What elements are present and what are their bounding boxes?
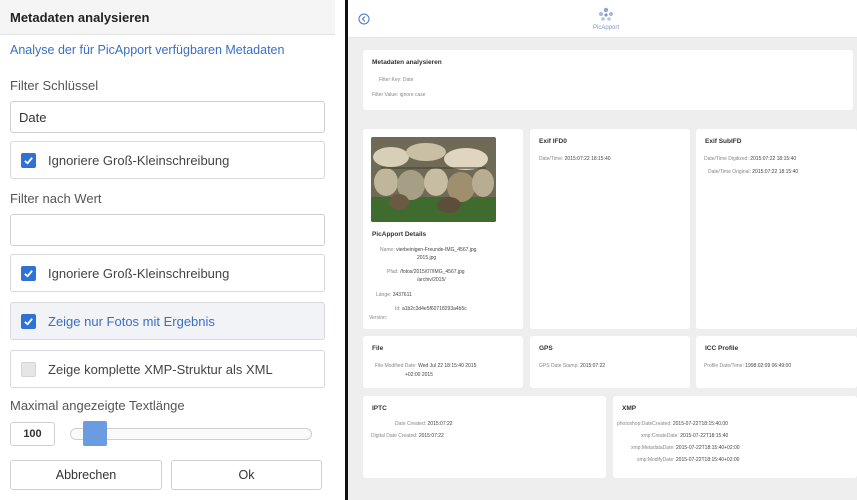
max-text-length-label: Maximal angezeigte Textlänge: [10, 398, 185, 413]
xmp-row: xmp:ModifyDate: 2015-07-22T18:15:40+02:0…: [637, 457, 740, 463]
xmp-row: photoshop:DateCreated: 2015-07-22T18:15:…: [617, 421, 728, 427]
icc-profile-card: ICC Profile Profile Date/Time: 1998:02:0…: [696, 336, 857, 388]
xmp-row: xmp:MetadataDate: 2015-07-22T18:15:40+02…: [631, 445, 740, 451]
only-results-checkbox[interactable]: Zeige nur Fotos mit Ergebnis: [10, 302, 325, 340]
photo-detail-row: Länge: 3437611: [376, 292, 412, 298]
only-results-label: Zeige nur Fotos mit Ergebnis: [48, 313, 215, 329]
metadata-dialog: Metadaten analysieren Analyse der für Pi…: [0, 0, 335, 500]
photo-detail-row: 2015.jpg: [417, 255, 437, 261]
photo-detail-row: Version:: [369, 315, 388, 321]
xmp-card: XMP photoshop:DateCreated: 2015-07-22T18…: [613, 396, 857, 478]
checkbox-checked-icon: [21, 313, 36, 329]
summary-card: Metadaten analysieren Filter Key: Date F…: [363, 50, 853, 110]
app-header: PicApport: [348, 0, 857, 38]
photo-details-title: PicApport Details: [372, 231, 427, 238]
dialog-title: Metadaten analysieren: [10, 9, 150, 25]
exif-ifd0-card: Exif IFD0 Date/Time: 2015:07:22 18:15:40: [530, 129, 690, 329]
exif-ifd0-title: Exif IFD0: [539, 138, 567, 145]
filter-key-ignore-case-checkbox[interactable]: Ignoriere Groß-Kleinschreibung: [10, 141, 325, 179]
exif-subifd-card: Exif SubIFD Date/Time Digitized: 2015:07…: [696, 129, 857, 329]
iptc-row: Date Created: 2015:07:22: [395, 421, 453, 427]
gps-card: GPS GPS Date Stamp: 2015:07:22: [530, 336, 690, 388]
exif-subifd-title: Exif SubIFD: [705, 138, 742, 145]
cancel-button[interactable]: Abbrechen: [10, 460, 162, 490]
checkbox-checked-icon: [21, 152, 36, 168]
app-logo: PicApport: [586, 6, 626, 34]
app-logo-text: PicApport: [592, 25, 619, 31]
full-xmp-checkbox[interactable]: Zeige komplette XMP-Struktur als XML: [10, 350, 325, 388]
checkbox-unchecked-icon: [21, 361, 36, 377]
summary-title: Metadaten analysieren: [372, 59, 442, 66]
xmp-title: XMP: [622, 405, 637, 412]
file-title: File: [372, 345, 384, 352]
photo-detail-row: Name: vierbeinigen-Freunde-IMG_4567.jpg: [380, 247, 477, 253]
gps-row: GPS Date Stamp: 2015:07:22: [539, 363, 606, 369]
filter-value-ignore-case-checkbox[interactable]: Ignoriere Groß-Kleinschreibung: [10, 254, 325, 292]
filter-key-label: Filter Schlüssel: [10, 78, 99, 93]
filter-key-input[interactable]: [10, 101, 325, 133]
exif-subifd-row: Date/Time Original: 2015:07:22 18:15:40: [708, 169, 799, 175]
dialog-header: Metadaten analysieren: [0, 0, 335, 35]
filter-value-input[interactable]: [10, 214, 325, 246]
app-preview: PicApport Metadaten analysieren Filter K…: [348, 0, 857, 500]
back-arrow-icon[interactable]: [358, 13, 370, 25]
summary-line-1: Filter Key: Date: [379, 77, 414, 83]
checkbox-checked-icon: [21, 265, 36, 281]
file-row: File Modified Date: Wed Jul 22 18:15:40 …: [375, 363, 477, 369]
photo-detail-row: Pfad: /fotos/2015/07/IMG_4567.jpg: [387, 269, 465, 275]
exif-ifd0-row: Date/Time: 2015:07:22 18:15:40: [539, 156, 611, 162]
file-row: +02:00 2015: [405, 372, 433, 378]
slider-thumb[interactable]: [83, 421, 108, 446]
max-text-length-value[interactable]: 100: [10, 422, 55, 446]
iptc-card: IPTC Date Created: 2015:07:22 Digital Da…: [363, 396, 606, 478]
exif-subifd-row: Date/Time Digitized: 2015:07:22 18:15:40: [704, 156, 797, 162]
photo-thumbnail[interactable]: [371, 137, 496, 222]
dialog-subtitle: Analyse der für PicApport verfügbaren Me…: [10, 43, 285, 57]
xmp-row: xmp:CreateDate: 2015-07-22T18:15:40: [641, 433, 729, 439]
ok-button[interactable]: Ok: [171, 460, 322, 490]
photo-detail-row: Id: a1b2c3d4e5f60718293a4b5c: [395, 306, 467, 312]
iptc-row: Digital Date Created: 2015:07:22: [371, 433, 444, 439]
filter-value-ignore-case-label: Ignoriere Groß-Kleinschreibung: [48, 265, 230, 281]
summary-line-2: Filter Value: ignore case: [372, 92, 426, 98]
filter-value-label: Filter nach Wert: [10, 191, 102, 206]
photo-detail-row: /archiv/2015/: [417, 277, 446, 283]
icc-profile-title: ICC Profile: [705, 345, 739, 352]
full-xmp-label: Zeige komplette XMP-Struktur als XML: [48, 361, 273, 377]
gps-title: GPS: [539, 345, 553, 352]
photo-details-card: PicApport Details Name: vierbeinigen-Fre…: [363, 129, 523, 329]
iptc-title: IPTC: [372, 405, 387, 412]
filter-key-ignore-case-label: Ignoriere Groß-Kleinschreibung: [48, 152, 230, 168]
icc-profile-row: Profile Date/Time: 1998:02:09 06:49:00: [704, 363, 792, 369]
picapport-logo-icon: [599, 7, 613, 21]
file-card: File File Modified Date: Wed Jul 22 18:1…: [363, 336, 523, 388]
